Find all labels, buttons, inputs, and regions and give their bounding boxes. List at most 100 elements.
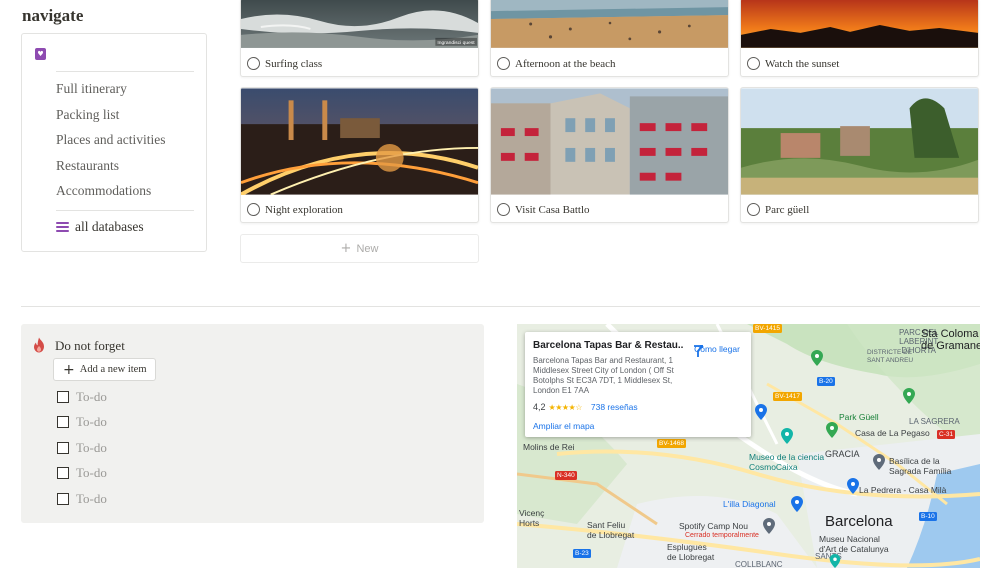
- photo-watermark: Ingrandisci quest: [437, 40, 475, 46]
- nav-link-accommodations[interactable]: Accommodations: [56, 183, 151, 199]
- map-label: Sant Feliu de Llobregat: [587, 520, 635, 540]
- nav-link-full-itinerary[interactable]: Full itinerary: [56, 81, 127, 97]
- road-shield: C-31: [937, 430, 956, 439]
- new-label: New: [356, 242, 379, 255]
- divider: [56, 71, 194, 72]
- night-city-photo: [241, 88, 478, 195]
- sunset-photo: [741, 0, 978, 48]
- nav-link-packing-list[interactable]: Packing list: [56, 107, 119, 123]
- all-databases-label: all databases: [75, 219, 144, 234]
- todo-item[interactable]: To-do: [57, 440, 107, 456]
- casa-batllo-photo: [491, 88, 728, 195]
- checkbox[interactable]: [57, 493, 69, 505]
- reviews-link[interactable]: 738 reseñas: [591, 402, 638, 412]
- todo-text[interactable]: To-do: [76, 389, 107, 405]
- navigate-panel: ♥ Full itinerary Packing list Places and…: [21, 33, 207, 252]
- gallery-card-night[interactable]: Night exploration: [240, 87, 479, 223]
- add-item-label: Add a new item: [79, 364, 147, 375]
- map-city-label: Barcelona: [825, 513, 893, 530]
- google-map-embed[interactable]: PARC DEL LABERINT D'HORTA Sta Coloma de …: [517, 324, 980, 568]
- road-shield: B-23: [573, 549, 591, 558]
- road-shield: BV-1417: [773, 392, 802, 401]
- radio-button[interactable]: [247, 57, 260, 70]
- todo-text[interactable]: To-do: [76, 465, 107, 481]
- callout-title: Do not forget: [55, 338, 125, 353]
- map-label: Sta Coloma de Gramanet: [921, 328, 980, 352]
- parc-guell-photo: [741, 88, 978, 195]
- radio-button[interactable]: [497, 203, 510, 216]
- road-shield: N-340: [555, 471, 577, 480]
- road-shield: BV-1468: [657, 439, 686, 448]
- card-label: Surfing class: [265, 57, 323, 70]
- list-icon: [56, 222, 69, 232]
- star-rating-icon: ★★★★☆: [548, 402, 583, 412]
- radio-button[interactable]: [747, 203, 760, 216]
- map-label: Basílica de la Sagrada Família: [889, 456, 952, 476]
- divider: [56, 210, 194, 211]
- place-info-card: Barcelona Tapas Bar & Restau... Barcelon…: [525, 332, 751, 437]
- map-label: GRACIA: [825, 449, 860, 459]
- road-shield: B-20: [817, 377, 835, 386]
- radio-button[interactable]: [497, 57, 510, 70]
- todo-item[interactable]: To-do: [57, 414, 107, 430]
- map-pin-icon[interactable]: [826, 422, 838, 438]
- radio-button[interactable]: [747, 57, 760, 70]
- gallery-card-sunset[interactable]: Watch the sunset: [740, 0, 979, 77]
- all-databases-link[interactable]: all databases: [56, 219, 144, 235]
- todo-text[interactable]: To-do: [76, 440, 107, 456]
- map-label: COLLBLANC: [735, 560, 783, 568]
- map-label: DISTRICTE DE SANT ANDREU: [867, 349, 914, 364]
- map-pin-icon[interactable]: [791, 496, 803, 512]
- enlarge-map-link[interactable]: Ampliar el mapa: [533, 421, 594, 431]
- map-label: Esplugues de Llobregat: [667, 542, 715, 562]
- do-not-forget-callout: Do not forget + Add a new item To-do To-…: [21, 324, 484, 523]
- map-pin-icon[interactable]: [847, 478, 859, 494]
- checkbox[interactable]: [57, 416, 69, 428]
- surfing-photo: Ingrandisci quest: [241, 0, 478, 48]
- road-shield: B-10: [919, 512, 937, 521]
- radio-button[interactable]: [247, 203, 260, 216]
- place-rating: 4,2 ★★★★☆ 738 reseñas: [533, 402, 638, 412]
- checkbox[interactable]: [57, 467, 69, 479]
- map-label: Museo de la ciencia CosmoCaixa: [749, 452, 825, 472]
- directions-button[interactable]: Cómo llegar: [691, 344, 743, 357]
- checkbox[interactable]: [57, 391, 69, 403]
- gallery-card-surfing[interactable]: Ingrandisci quest Surfing class: [240, 0, 479, 77]
- card-label: Watch the sunset: [765, 57, 840, 70]
- map-label: LA SAGRERA: [909, 417, 960, 426]
- todo-item[interactable]: To-do: [57, 491, 107, 507]
- new-card-button[interactable]: + New: [240, 234, 479, 263]
- gallery-card-beach[interactable]: Afternoon at the beach: [490, 0, 729, 77]
- flame-icon: [34, 337, 44, 353]
- todo-item[interactable]: To-do: [57, 465, 107, 481]
- card-label: Parc güell: [765, 203, 810, 216]
- map-pin-icon[interactable]: [829, 554, 841, 568]
- beach-photo: [491, 0, 728, 48]
- map-pin-icon[interactable]: [873, 454, 885, 470]
- checkbox[interactable]: [57, 442, 69, 454]
- nav-link-restaurants[interactable]: Restaurants: [56, 158, 119, 174]
- directions-icon: [694, 345, 703, 357]
- navigate-heading: navigate: [22, 6, 84, 25]
- map-pin-icon[interactable]: [811, 350, 823, 366]
- map-pin-icon[interactable]: [903, 388, 915, 404]
- map-label: Park Güell: [839, 412, 879, 422]
- map-label: Cerrado temporalmente: [685, 532, 759, 539]
- card-label: Afternoon at the beach: [515, 57, 616, 70]
- map-label: Vicenç Horts: [519, 508, 545, 528]
- todo-text[interactable]: To-do: [76, 414, 107, 430]
- place-name: Barcelona Tapas Bar & Restau...: [533, 340, 683, 351]
- todo-text[interactable]: To-do: [76, 491, 107, 507]
- map-pin-icon[interactable]: [755, 404, 767, 420]
- gallery-card-parc-guell[interactable]: Parc güell: [740, 87, 979, 223]
- add-new-item-button[interactable]: + Add a new item: [53, 358, 156, 381]
- map-pin-icon[interactable]: [763, 518, 775, 534]
- map-label: La Pedrera - Casa Milà: [859, 485, 947, 495]
- nav-link-places-activities[interactable]: Places and activities: [56, 132, 165, 148]
- gallery-card-casa-battlo[interactable]: Visit Casa Battlo: [490, 87, 729, 223]
- todo-item[interactable]: To-do: [57, 389, 107, 405]
- map-label: Museu Nacional d'Art de Catalunya: [819, 534, 889, 554]
- road-shield: BV-1415: [753, 324, 782, 333]
- map-pin-icon[interactable]: [781, 428, 793, 444]
- map-label: Casa de La Pegaso: [855, 428, 930, 438]
